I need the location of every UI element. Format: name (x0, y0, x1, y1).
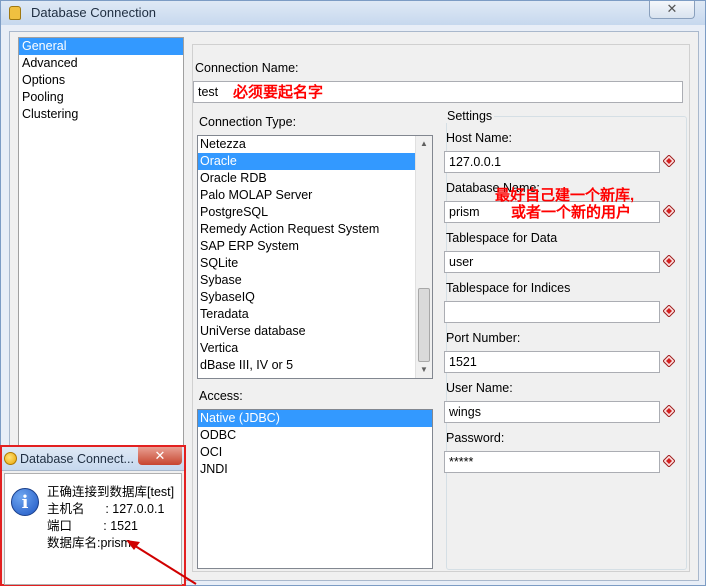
connection-type-rows: Netezza Oracle Oracle RDB Palo MOLAP Ser… (198, 136, 432, 374)
list-item-sybaseiq[interactable]: SybaseIQ (198, 289, 432, 306)
list-item-postgresql[interactable]: PostgreSQL (198, 204, 432, 221)
port-number-label: Port Number: (446, 331, 521, 345)
variable-diamond-icon[interactable] (663, 255, 675, 267)
general-panel: Connection Name: test 必须要起名字 Connection … (192, 44, 690, 572)
nav-item-advanced[interactable]: Advanced (19, 55, 183, 72)
tablespace-data-label: Tablespace for Data (446, 231, 558, 245)
host-name-input[interactable]: 127.0.0.1 (444, 151, 660, 173)
list-item-oracle[interactable]: Oracle (198, 153, 432, 170)
info-icon: i (11, 488, 39, 516)
connection-name-label: Connection Name: (195, 61, 299, 75)
nav-item-options[interactable]: Options (19, 72, 183, 89)
nav-item-general[interactable]: General (19, 38, 183, 55)
list-item-jndi[interactable]: JNDI (198, 461, 432, 478)
popup-close-button[interactable]: ✕ (138, 447, 182, 465)
password-label: Password: (446, 431, 505, 445)
scroll-down-arrow-icon[interactable]: ▼ (416, 362, 432, 378)
database-note-annotation-2: 或者一个新的用户 (511, 204, 632, 221)
popup-message-line: 正确连接到数据库[test] (47, 485, 175, 499)
list-item-remedy[interactable]: Remedy Action Request System (198, 221, 432, 238)
scroll-thumb[interactable] (418, 288, 430, 362)
variable-diamond-icon[interactable] (663, 305, 675, 317)
tablespace-data-input[interactable]: user (444, 251, 660, 273)
list-item-sap-erp[interactable]: SAP ERP System (198, 238, 432, 255)
popup-titlebar[interactable]: Database Connect... ✕ (2, 447, 184, 471)
list-item-sybase[interactable]: Sybase (198, 272, 432, 289)
tablespace-indices-input[interactable] (444, 301, 660, 323)
list-item-palo-molap[interactable]: Palo MOLAP Server (198, 187, 432, 204)
connection-type-label: Connection Type: (199, 115, 297, 129)
host-name-label: Host Name: (446, 131, 512, 145)
popup-title: Database Connect... (20, 452, 134, 466)
window-titlebar[interactable]: Database Connection ✕ (1, 1, 705, 25)
nav-item-clustering[interactable]: Clustering (19, 106, 183, 123)
window-title: Database Connection (31, 5, 157, 20)
list-item-sqlite[interactable]: SQLite (198, 255, 432, 272)
list-item-vertica[interactable]: Vertica (198, 340, 432, 357)
database-icon (9, 6, 21, 20)
connection-type-scrollbar[interactable]: ▲ ▼ (415, 136, 432, 378)
warning-app-icon (4, 452, 17, 465)
popup-message-line: 主机名 : 127.0.0.1 (47, 502, 165, 516)
variable-diamond-icon[interactable] (663, 455, 675, 467)
annotation-arrow-icon (126, 540, 197, 585)
variable-diamond-icon[interactable] (663, 355, 675, 367)
access-label: Access: (199, 389, 243, 403)
variable-diamond-icon[interactable] (663, 205, 675, 217)
nav-item-pooling[interactable]: Pooling (19, 89, 183, 106)
list-item-oracle-rdb[interactable]: Oracle RDB (198, 170, 432, 187)
scroll-up-arrow-icon[interactable]: ▲ (416, 136, 432, 152)
connection-type-list[interactable]: Netezza Oracle Oracle RDB Palo MOLAP Ser… (197, 135, 433, 379)
variable-diamond-icon[interactable] (663, 155, 675, 167)
tablespace-indices-label: Tablespace for Indices (446, 281, 571, 295)
settings-legend: Settings (445, 109, 495, 123)
popup-message-line: 数据库名:prism (47, 536, 132, 550)
list-item-teradata[interactable]: Teradata (198, 306, 432, 323)
list-item-native-jdbc[interactable]: Native (JDBC) (198, 410, 432, 427)
list-item-oci[interactable]: OCI (198, 444, 432, 461)
list-item-netezza[interactable]: Netezza (198, 136, 432, 153)
connection-name-annotation: 必须要起名字 (233, 84, 324, 101)
user-name-input[interactable]: wings (444, 401, 660, 423)
password-input[interactable]: ***** (444, 451, 660, 473)
access-list[interactable]: Native (JDBC) ODBC OCI JNDI (197, 409, 433, 569)
port-number-input[interactable]: 1521 (444, 351, 660, 373)
window-close-button[interactable]: ✕ (649, 1, 695, 19)
list-item-universe[interactable]: UniVerse database (198, 323, 432, 340)
variable-diamond-icon[interactable] (663, 405, 675, 417)
list-item-odbc[interactable]: ODBC (198, 427, 432, 444)
user-name-label: User Name: (446, 381, 513, 395)
list-item-dbase[interactable]: dBase III, IV or 5 (198, 357, 432, 374)
